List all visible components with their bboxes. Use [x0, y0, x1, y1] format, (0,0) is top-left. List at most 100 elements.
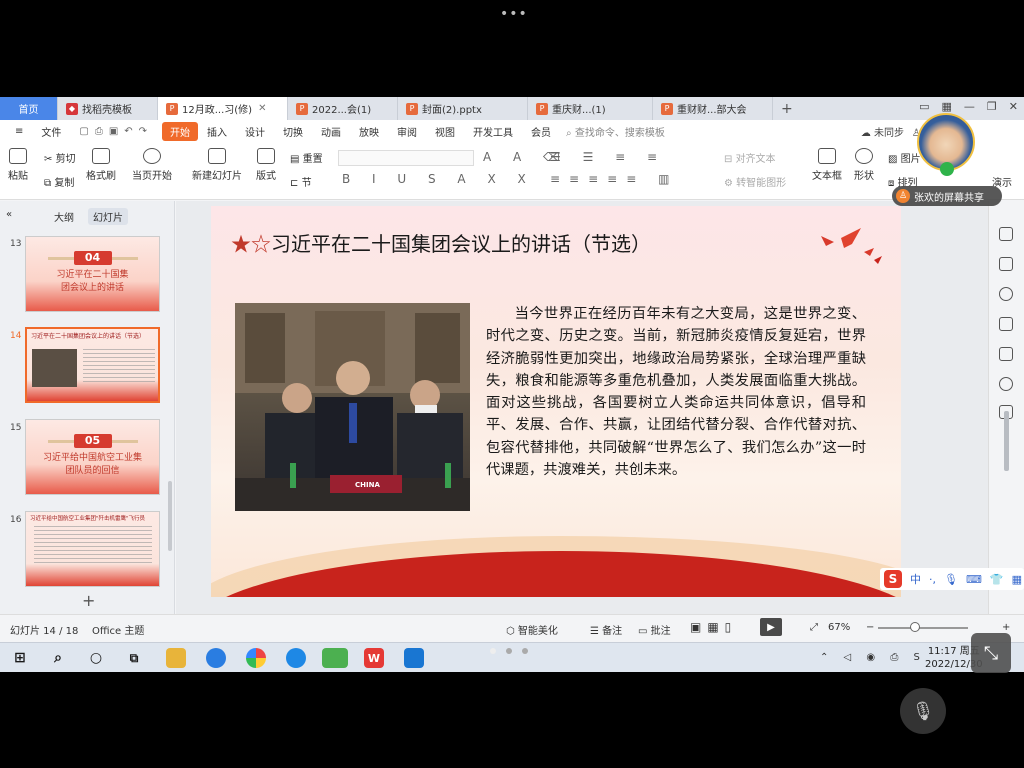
ie-icon[interactable]	[286, 648, 306, 668]
toolbox-icon[interactable]: ▦	[1012, 573, 1022, 586]
menu-design[interactable]: 设计	[236, 124, 274, 139]
screen-icon[interactable]	[999, 317, 1013, 331]
paste-button[interactable]: 粘贴	[8, 148, 28, 182]
menu-insert[interactable]: 插入	[198, 124, 236, 139]
menu-transition[interactable]: 切换	[274, 124, 312, 139]
alignment-buttons[interactable]: ≡≡≡≡≡ ▥	[550, 172, 678, 186]
tab-home[interactable]: 首页	[0, 97, 58, 120]
zoom-level[interactable]: 67%	[828, 622, 850, 633]
current-slide[interactable]: ★☆习近平在二十国集团会议上的讲话（节选） CHINA 当今世界正在经历百年未有…	[211, 206, 901, 597]
tab-doc-cover[interactable]: P 封面(2).pptx	[398, 97, 528, 120]
edge-icon[interactable]	[206, 648, 226, 668]
cortana-icon[interactable]: ○	[86, 648, 106, 668]
tab-outline[interactable]: 大纲	[54, 209, 74, 224]
paragraph-buttons[interactable]: ☰ ☰ ≡ ≡	[550, 150, 666, 164]
rocket-icon[interactable]	[999, 227, 1013, 241]
skin-icon[interactable]: 👕	[990, 573, 1004, 586]
layout-button[interactable]: 版式	[256, 148, 276, 182]
view-mode-buttons[interactable]: ▣▦▯	[690, 620, 737, 634]
picture-button[interactable]: ▨ 图片	[888, 150, 921, 165]
mute-microphone-icon[interactable]: 🎙	[900, 688, 946, 734]
slide-thumbnail-15[interactable]: 05 习近平给中国航空工业集团队员的回信	[25, 419, 160, 495]
slide-thumbnail-16[interactable]: 习近平给中国航空工业集团"歼击机雷鹰"飞行员	[25, 511, 160, 587]
exit-fullscreen-icon[interactable]: ⤡	[971, 633, 1011, 673]
menu-member[interactable]: 会员	[522, 124, 560, 139]
new-slide-button[interactable]: 新建幻灯片	[192, 148, 242, 182]
chrome-icon[interactable]	[246, 648, 266, 668]
keyboard-icon[interactable]: ⌨	[966, 573, 982, 586]
textbox-button[interactable]: 文本框	[812, 148, 842, 182]
menu-view[interactable]: 视图	[426, 124, 464, 139]
search-icon[interactable]: ⌕	[48, 648, 68, 668]
tab-doc-chongqing[interactable]: P 重庆财...(1)	[528, 97, 653, 120]
zoom-slider-handle[interactable]	[910, 622, 920, 632]
menu-slideshow[interactable]: 放映	[350, 124, 388, 139]
tab-doc-2022[interactable]: P 2022...会(1)	[288, 97, 398, 120]
shape-button[interactable]: 形状	[854, 148, 874, 182]
hamburger-icon[interactable]: ≡	[6, 126, 32, 137]
font-name-select[interactable]	[338, 150, 474, 166]
task-view-icon[interactable]: ⧉	[124, 648, 144, 668]
punctuation-icon[interactable]: ·,	[929, 573, 936, 586]
help-icon[interactable]	[999, 287, 1013, 301]
more-dots-icon[interactable]: •••	[500, 6, 528, 22]
microphone-icon[interactable]: 🎙	[944, 573, 958, 586]
close-window-icon[interactable]: ✕	[1009, 100, 1018, 113]
cut-button[interactable]: ✂ 剪切	[44, 150, 76, 165]
format-painter-button[interactable]: 格式刷	[86, 148, 116, 182]
notes-button[interactable]: ☰ 备注	[590, 622, 622, 637]
slideshow-play-button[interactable]: ▶	[760, 618, 782, 636]
menu-review[interactable]: 审阅	[388, 124, 426, 139]
canvas-scrollbar[interactable]	[1004, 411, 1009, 471]
sync-status[interactable]: ☁ 未同步	[861, 124, 904, 139]
close-icon[interactable]: ✕	[258, 103, 266, 114]
comment-button[interactable]: ▭ 批注	[638, 622, 671, 637]
fit-icon[interactable]: ⤢	[810, 622, 818, 633]
zoom-slider[interactable]	[878, 627, 968, 629]
slide-body-text[interactable]: 当今世界正在经历百年未有之大变局，这是世界之变、时代之变、历史之变。当前，新冠肺…	[486, 303, 866, 481]
compass-icon[interactable]	[999, 377, 1013, 391]
slide-title[interactable]: ★☆习近平在二十国集团会议上的讲话（节选）	[231, 228, 651, 257]
minimize-icon[interactable]: —	[964, 100, 975, 113]
copy-button[interactable]: ⧉ 复制	[44, 174, 74, 189]
new-tab-button[interactable]: +	[773, 101, 801, 117]
meeting-app-icon[interactable]	[404, 648, 424, 668]
beautify-button[interactable]: ⬡ 智能美化	[506, 622, 558, 637]
sliders-icon[interactable]	[999, 257, 1013, 271]
layout-icon[interactable]: ▭	[919, 100, 929, 113]
text-format-buttons[interactable]: B I U S A X X	[342, 172, 535, 186]
reset-button[interactable]: ▤ 重置	[290, 150, 323, 165]
tab-doc-meeting[interactable]: P 重财财...部大会	[653, 97, 773, 120]
align-text-button[interactable]: ⊟ 对齐文本	[724, 150, 776, 165]
system-tray-icons[interactable]: ⌃ ◁ ◉ ⎙ S	[820, 652, 926, 663]
slide-thumbnail-14[interactable]: 习近平在二十国集团会议上的讲话（节选）	[25, 327, 160, 403]
ime-toolbar[interactable]: S 中 ·, 🎙 ⌨ 👕 ▦	[880, 568, 1024, 590]
wps-icon[interactable]: W	[364, 648, 384, 668]
ime-mode[interactable]: 中	[910, 571, 921, 587]
slide-thumbnail-13[interactable]: 04 习近平在二十国集团会议上的讲话	[25, 236, 160, 312]
tab-current-doc[interactable]: P 12月政...习(修) ✕	[158, 97, 288, 120]
zoom-out-button[interactable]: −	[866, 622, 874, 633]
panel-scrollbar[interactable]	[168, 481, 172, 551]
restore-icon[interactable]: ❐	[987, 100, 997, 113]
file-explorer-icon[interactable]	[166, 648, 186, 668]
section-button[interactable]: ⊏ 节	[290, 174, 312, 189]
menu-start[interactable]: 开始	[162, 121, 199, 141]
quick-access-icons[interactable]: ▢⎙▣↶↷	[70, 126, 162, 137]
menu-developer[interactable]: 开发工具	[464, 124, 522, 139]
summit-photo[interactable]: CHINA	[235, 303, 470, 511]
image-icon[interactable]	[999, 347, 1013, 361]
zoom-in-button[interactable]: +	[1002, 622, 1010, 633]
windows-start-icon[interactable]: ⊞	[10, 648, 30, 668]
tab-template[interactable]: ◆ 找稻壳模板	[58, 97, 158, 120]
add-slide-button[interactable]: +	[82, 591, 95, 610]
tab-slides[interactable]: 幻灯片	[88, 208, 128, 225]
grid-icon[interactable]: ▦	[942, 100, 952, 113]
menu-animation[interactable]: 动画	[312, 124, 350, 139]
play-from-current-button[interactable]: 当页开始	[132, 148, 172, 182]
menu-file[interactable]: 文件	[32, 124, 70, 139]
smartart-button[interactable]: ⚙ 转智能图形	[724, 174, 786, 189]
screen-share-badge[interactable]: ♙ 张欢的屏幕共享	[892, 186, 1002, 206]
collapse-panel-icon[interactable]: «	[6, 209, 12, 220]
wechat-icon[interactable]	[322, 648, 348, 668]
